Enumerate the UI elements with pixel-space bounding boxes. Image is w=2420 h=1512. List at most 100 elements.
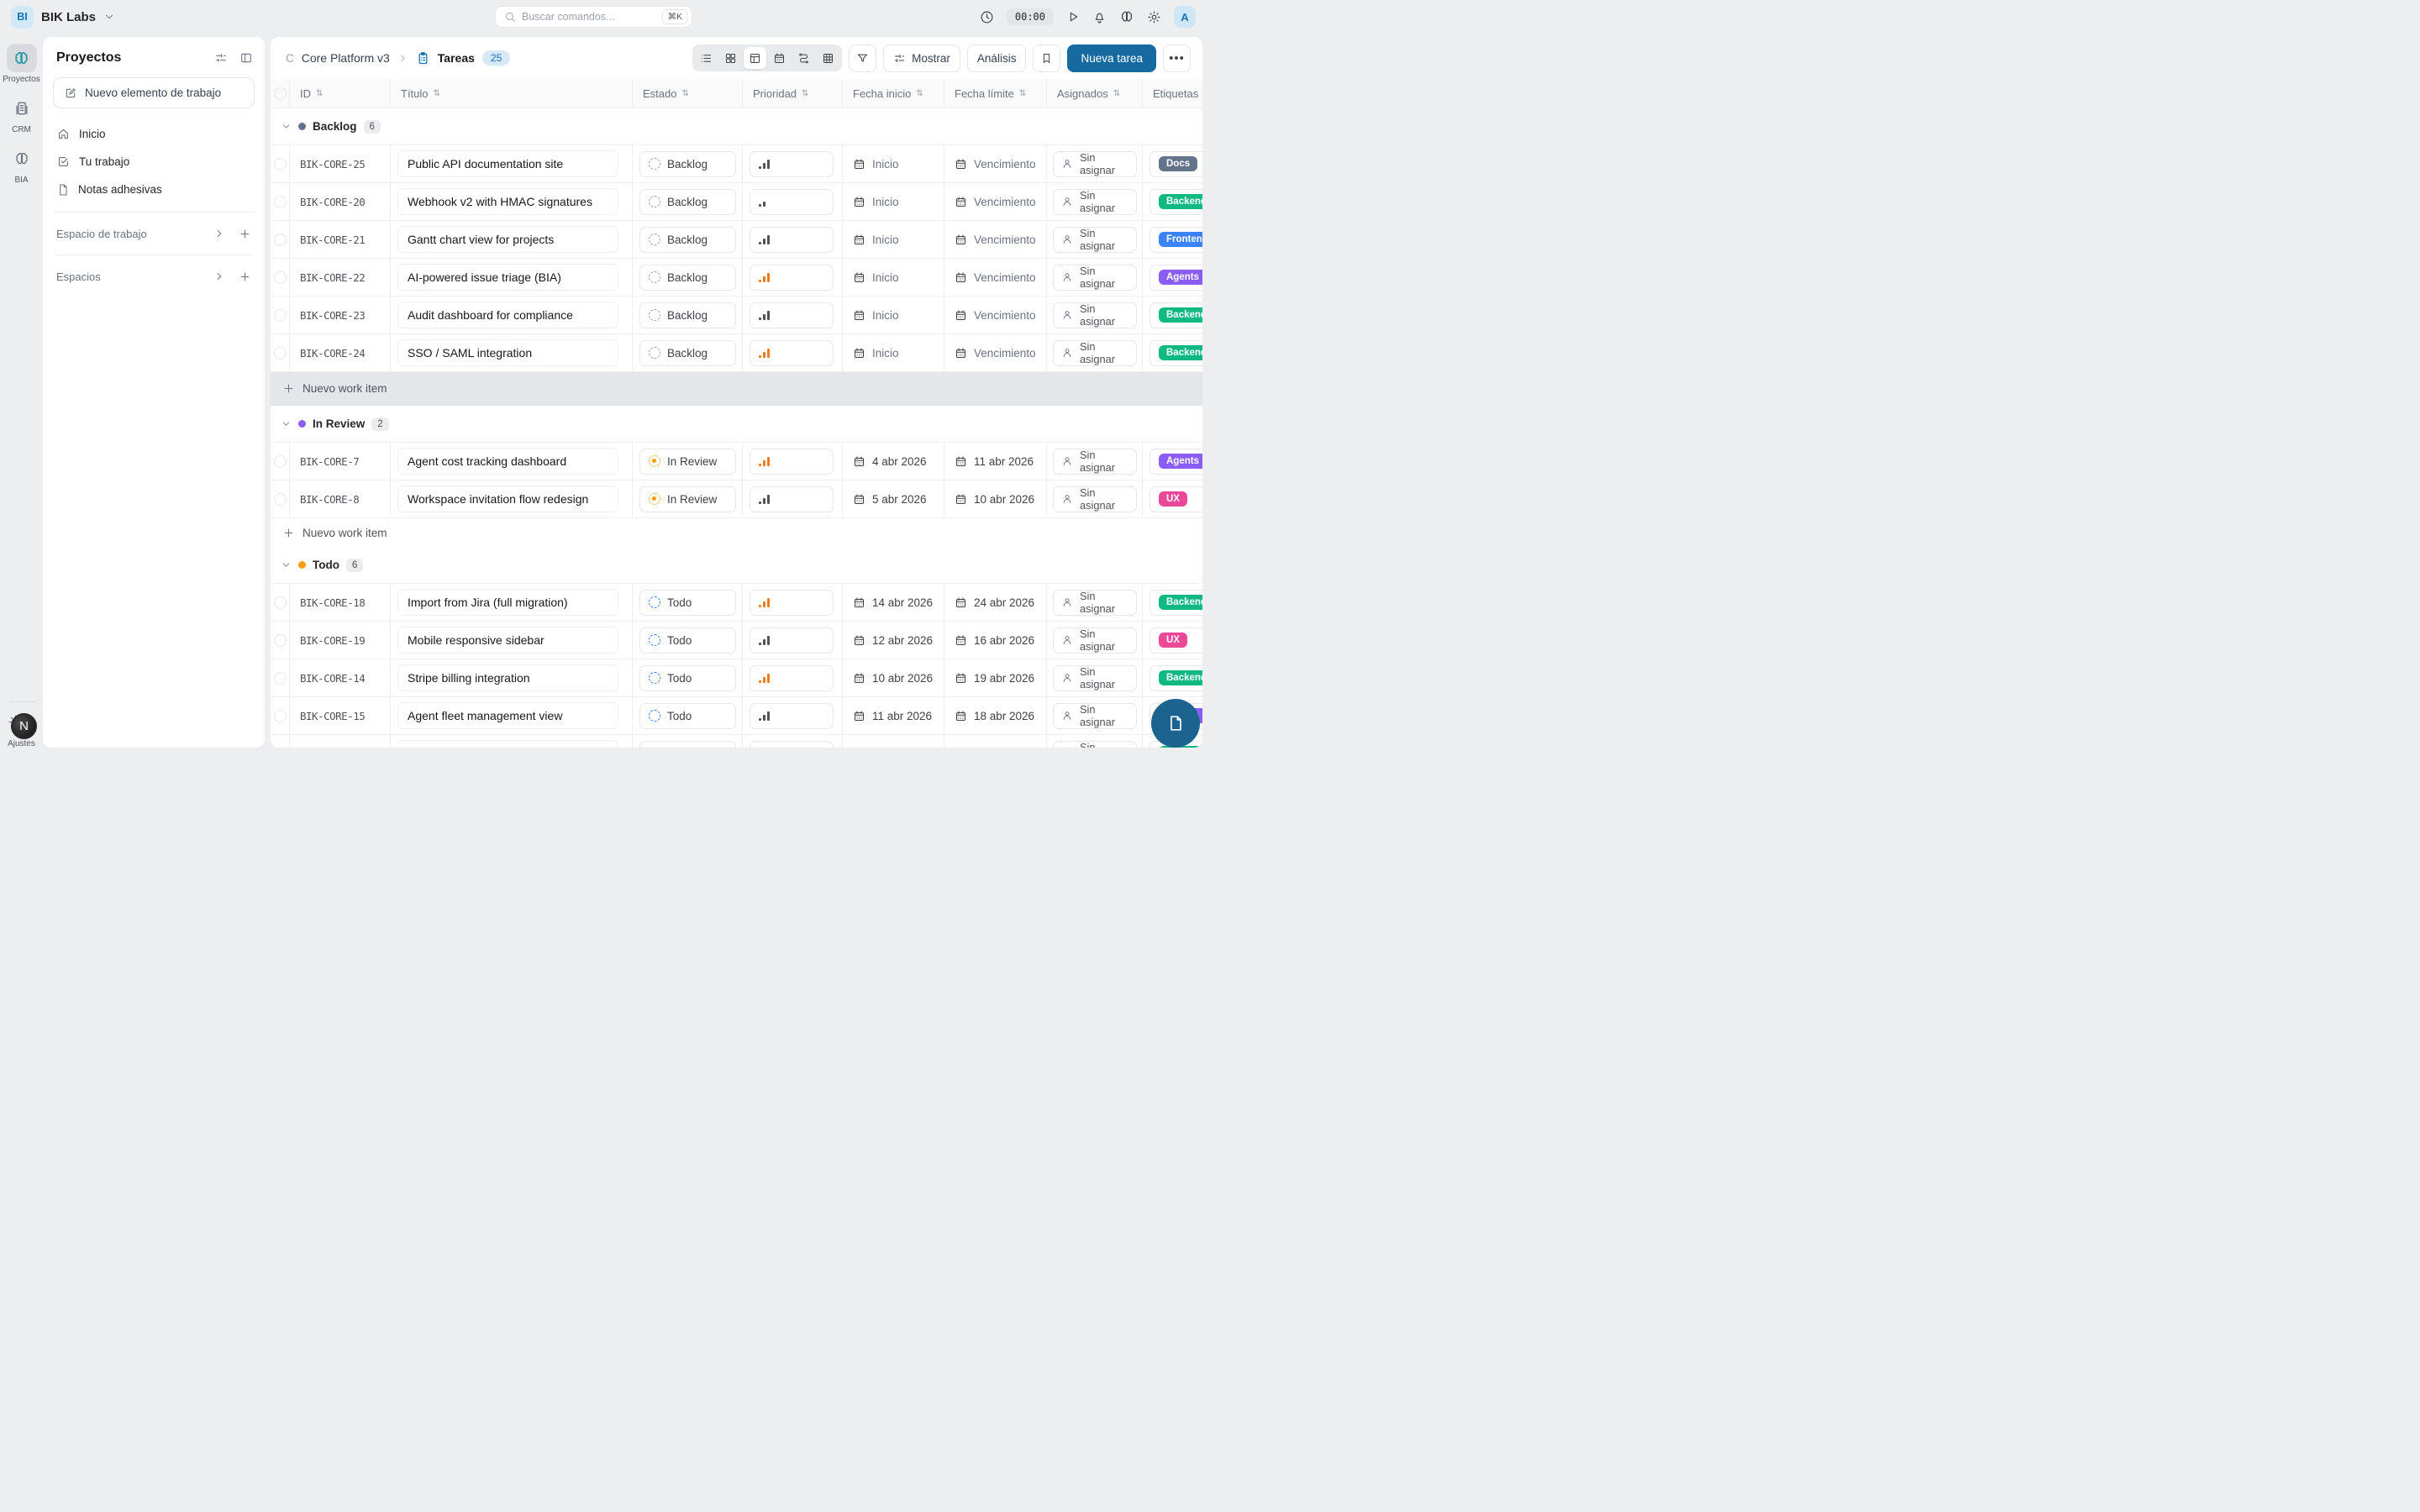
start-date-cell[interactable]: Inicio [843, 334, 944, 371]
start-date-cell[interactable]: 5 abr 2026 [843, 480, 944, 517]
status-badge[interactable]: Backlog [639, 302, 736, 328]
priority-cell[interactable] [750, 590, 834, 616]
group-chevron-down-icon[interactable] [281, 418, 292, 429]
due-date-cell[interactable]: Vencimiento [944, 221, 1047, 258]
row-checkbox[interactable] [271, 443, 290, 480]
search-input[interactable]: Buscar comandos... ⌘K [495, 6, 692, 28]
new-work-item-button[interactable]: Nuevo elemento de trabajo [53, 77, 255, 108]
status-badge[interactable]: In Review [639, 449, 736, 475]
table-row[interactable]: BIK-CORE-7 Agent cost tracking dashboard… [271, 443, 1202, 480]
row-checkbox[interactable] [271, 259, 290, 296]
priority-cell[interactable] [750, 449, 834, 475]
user-avatar[interactable]: A [1174, 6, 1196, 28]
priority-cell[interactable] [750, 627, 834, 654]
due-date-cell[interactable]: 10 abr 2026 [944, 480, 1047, 517]
assignee-cell[interactable]: Sin asignar [1053, 302, 1137, 328]
assignee-cell[interactable]: Sin asignar [1053, 627, 1137, 654]
tag-cell[interactable]: Backend [1150, 189, 1202, 215]
analytics-button[interactable]: Análisis [967, 45, 1027, 72]
plus-icon[interactable] [239, 228, 251, 240]
task-title[interactable]: Mobile responsive sidebar [397, 627, 618, 654]
task-title[interactable]: SSO / SAML integration [397, 339, 618, 366]
table-row[interactable]: BIK-CORE-15 Agent fleet management view … [271, 697, 1202, 735]
group-header-row[interactable]: Backlog 6 [271, 108, 1202, 145]
column-header-etiquetas[interactable]: Etiquetas [1143, 79, 1202, 108]
column-header-fecha-inicio[interactable]: Fecha inicio⇅ [843, 79, 944, 108]
workspace-name[interactable]: BIK Labs [41, 10, 96, 24]
priority-cell[interactable] [750, 486, 834, 512]
assignee-cell[interactable]: Sin asignar [1053, 590, 1137, 616]
tag-cell[interactable]: Frontend [1150, 227, 1202, 253]
start-date-cell[interactable]: 12 abr 2026 [843, 735, 944, 748]
filter-button[interactable] [849, 45, 876, 72]
status-badge[interactable]: Backlog [639, 189, 736, 215]
tag-cell[interactable]: Backend [1150, 302, 1202, 328]
column-header-fecha-limite[interactable]: Fecha límite⇅ [944, 79, 1047, 108]
tag-cell[interactable]: UX [1150, 627, 1202, 654]
priority-cell[interactable] [750, 703, 834, 729]
task-title[interactable]: Import from Jira (full migration) [397, 589, 618, 616]
sidebar-collapse-icon[interactable] [239, 51, 253, 65]
table-row[interactable]: BIK-CORE-21 Gantt chart view for project… [271, 221, 1202, 259]
start-date-cell[interactable]: Inicio [843, 183, 944, 220]
status-badge[interactable]: Todo [639, 741, 736, 748]
select-all-checkbox[interactable] [271, 79, 290, 108]
priority-cell[interactable] [750, 340, 834, 366]
start-date-cell[interactable]: 12 abr 2026 [843, 622, 944, 659]
sidebar-section-workspace[interactable]: Espacio de trabajo [43, 221, 265, 246]
assignee-cell[interactable]: Sin asignar [1053, 741, 1137, 748]
start-date-cell[interactable]: Inicio [843, 145, 944, 182]
priority-cell[interactable] [750, 151, 834, 177]
assignee-cell[interactable]: Sin asignar [1053, 151, 1137, 177]
settings-item[interactable]: N Ajustes [0, 712, 43, 749]
start-date-cell[interactable]: 10 abr 2026 [843, 659, 944, 696]
start-date-cell[interactable]: Inicio [843, 221, 944, 258]
start-date-cell[interactable]: Inicio [843, 259, 944, 296]
assignee-cell[interactable]: Sin asignar [1053, 189, 1137, 215]
sidebar-item-inicio[interactable]: Inicio [43, 120, 265, 148]
due-date-cell[interactable]: 16 abr 2026 [944, 622, 1047, 659]
tag-cell[interactable]: UX [1150, 486, 1202, 512]
bell-icon[interactable] [1092, 10, 1107, 24]
table-row[interactable]: BIK-CORE-8 Workspace invitation flow red… [271, 480, 1202, 518]
more-options-button[interactable]: ••• [1163, 45, 1191, 72]
tag-cell[interactable]: Agents [1150, 265, 1202, 291]
row-checkbox[interactable] [271, 584, 290, 621]
column-header-prioridad[interactable]: Prioridad⇅ [743, 79, 843, 108]
status-badge[interactable]: Todo [639, 703, 736, 729]
status-badge[interactable]: Todo [639, 627, 736, 654]
task-title[interactable]: Email notification preferences [397, 740, 618, 748]
table-row[interactable]: BIK-CORE-19 Mobile responsive sidebar To… [271, 622, 1202, 659]
breadcrumb-project[interactable]: Core Platform v3 [302, 51, 390, 65]
due-date-cell[interactable]: 11 abr 2026 [944, 443, 1047, 480]
show-button[interactable]: Mostrar [883, 45, 960, 72]
play-icon[interactable] [1066, 10, 1080, 24]
row-checkbox[interactable] [271, 697, 290, 734]
view-list-icon[interactable] [695, 47, 718, 69]
task-title[interactable]: Audit dashboard for compliance [397, 302, 618, 328]
priority-cell[interactable] [750, 741, 834, 748]
start-date-cell[interactable]: 14 abr 2026 [843, 584, 944, 621]
view-table-icon[interactable] [744, 47, 766, 69]
start-date-cell[interactable]: Inicio [843, 297, 944, 333]
priority-cell[interactable] [750, 189, 834, 215]
rail-item-crm[interactable]: CRM [7, 94, 37, 134]
rail-item-bia[interactable]: BIA [7, 144, 37, 185]
sidebar-item-notas-adhesivas[interactable]: Notas adhesivas [43, 176, 265, 203]
new-work-item-row[interactable]: Nuevo work item [271, 518, 1202, 547]
due-date-cell[interactable]: 17 abr 2026 [944, 735, 1047, 748]
bookmark-button[interactable] [1033, 45, 1060, 72]
start-date-cell[interactable]: 11 abr 2026 [843, 697, 944, 734]
workspace-logo[interactable]: BI [11, 6, 34, 29]
sidebar-section-spaces[interactable]: Espacios [43, 264, 265, 289]
profile-avatar[interactable]: N [11, 713, 37, 739]
status-badge[interactable]: Backlog [639, 340, 736, 366]
priority-cell[interactable] [750, 302, 834, 328]
floating-page-button[interactable] [1151, 699, 1200, 748]
row-checkbox[interactable] [271, 221, 290, 258]
gear-icon[interactable] [1147, 10, 1161, 24]
task-title[interactable]: Webhook v2 with HMAC signatures [397, 188, 618, 215]
column-header-id[interactable]: ID⇅ [290, 79, 391, 108]
due-date-cell[interactable]: Vencimiento [944, 297, 1047, 333]
clock-icon[interactable] [980, 10, 994, 24]
